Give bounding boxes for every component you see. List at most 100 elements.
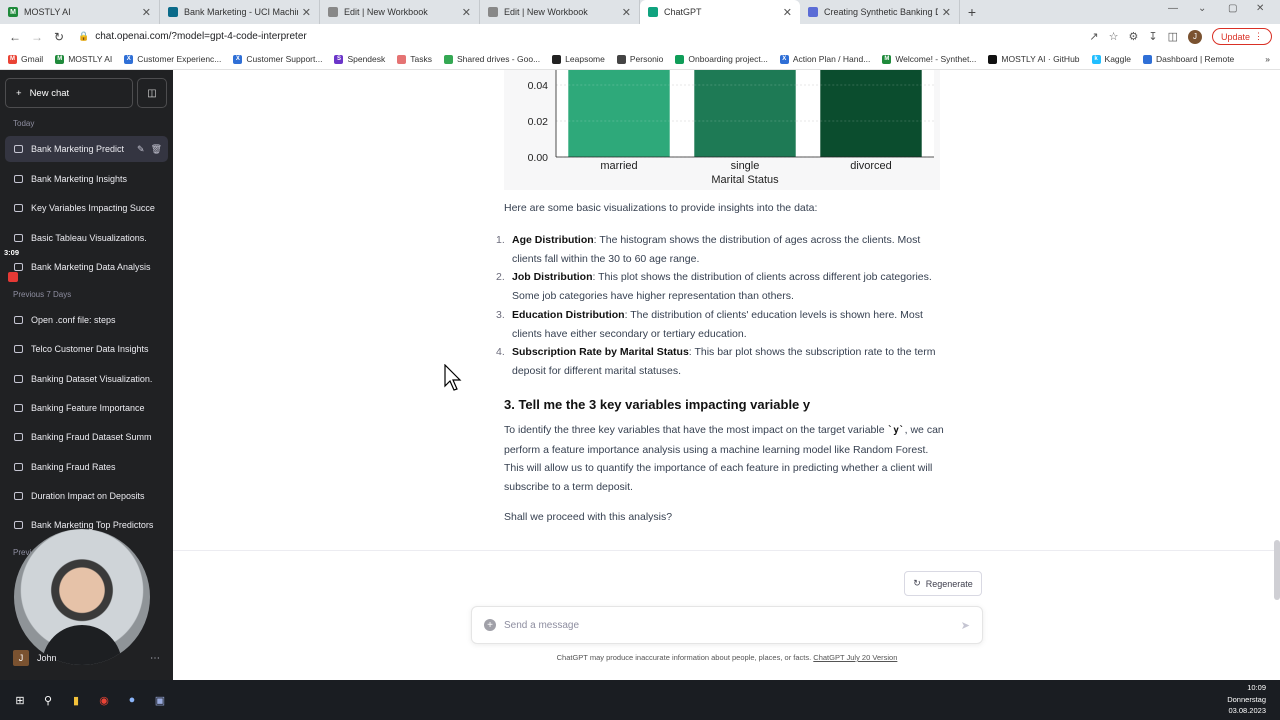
tab-close-icon[interactable]: ✕ — [942, 6, 951, 19]
chat-bubble-icon — [14, 174, 23, 183]
sidebar-chat-item[interactable]: Banking Dataset Visualization. — [5, 366, 168, 392]
bookmark-item[interactable]: Shared drives - Goo... — [444, 54, 540, 64]
version-link[interactable]: ChatGPT July 20 Version — [813, 653, 897, 662]
y-tick-label: 0.02 — [528, 116, 549, 128]
message-input[interactable] — [504, 619, 961, 631]
url-field[interactable]: 🔒 chat.openai.com/?model=gpt-4-code-inte… — [78, 31, 1089, 42]
trash-icon[interactable]: 🗑 — [151, 144, 162, 155]
browser-tab-1[interactable]: Bank Marketing - UCI Machine Le ✕ — [160, 0, 320, 24]
sidebar-chat-item[interactable]: Banking Feature Importance — [5, 395, 168, 421]
browser-tab-2[interactable]: Edit | New Workbook ✕ — [320, 0, 480, 24]
edit-pencil-icon[interactable]: ✎ — [137, 144, 145, 155]
sidebar-chat-item[interactable]: Bank Marketing Insights — [5, 166, 168, 192]
bookmark-item[interactable]: M MOSTLY AI — [55, 54, 112, 64]
bookmark-item[interactable]: MOSTLY AI · GitHub — [988, 54, 1080, 64]
bookmark-item[interactable]: M Welcome! - Synthet... — [882, 54, 976, 64]
tab-close-icon[interactable]: ✕ — [302, 6, 311, 19]
sidebar-chat-item[interactable]: Basic Tableau Visualizations. — [5, 225, 168, 251]
bookmark-favicon-icon: X — [779, 54, 789, 64]
bookmark-star-icon[interactable]: ☆ — [1109, 30, 1119, 43]
bookmark-item[interactable]: k Kaggle — [1091, 54, 1131, 64]
tab-title: MOSTLY AI — [24, 7, 71, 17]
bookmarks-overflow-icon[interactable]: » — [1265, 54, 1270, 64]
minimize-icon[interactable]: — — [1168, 3, 1178, 14]
bookmark-favicon-icon: M — [55, 54, 65, 64]
tab-title: Bank Marketing - UCI Machine Le — [184, 7, 298, 17]
back-arrow-icon[interactable]: ← — [4, 30, 26, 44]
sidebar-toggle-icon[interactable]: ◫ — [137, 78, 167, 108]
browser-tab-strip: MMOSTLY AI✕Bank Marketing - UCI Machine … — [0, 0, 1280, 24]
windows-start-icon[interactable]: ⊞ — [12, 692, 28, 708]
assistant-paragraph: To identify the three key variables that… — [504, 424, 944, 494]
inline-code-y: `y` — [887, 425, 905, 436]
tab-favicon-icon — [328, 7, 338, 17]
side-panel-icon[interactable]: ◫ — [1168, 30, 1178, 43]
tab-close-icon[interactable]: ✕ — [462, 6, 471, 19]
close-window-icon[interactable]: ✕ — [1256, 3, 1264, 14]
download-icon[interactable]: ↧ — [1148, 30, 1157, 43]
tab-close-icon[interactable]: ✕ — [622, 6, 631, 19]
tab-close-icon[interactable]: ✕ — [783, 6, 792, 19]
app-window-icon[interactable]: ▣ — [152, 692, 168, 708]
share-icon[interactable]: ↗ — [1089, 30, 1098, 43]
sidebar-chat-item[interactable]: Telco Customer Data Insights — [5, 336, 168, 362]
file-explorer-icon[interactable]: ▮ — [68, 692, 84, 708]
profile-avatar[interactable]: J — [1187, 29, 1202, 44]
new-tab-button[interactable]: + — [960, 0, 984, 24]
browser-tab-0[interactable]: M MOSTLY AI ✕ — [0, 0, 160, 24]
bookmark-item[interactable]: X Customer Experienc... — [124, 54, 221, 64]
sidebar-chat-item[interactable]: Banking Fraud Dataset Summ — [5, 424, 168, 450]
browser-tab-4[interactable]: ChatGPT ✕ — [640, 0, 800, 24]
chat-sidebar: + New chat ◫ Today 3:09 Previous 7 Days … — [0, 70, 173, 680]
tab-favicon-icon — [488, 7, 498, 17]
assistant-question: Shall we proceed with this analysis? — [504, 511, 673, 523]
user-menu[interactable]: J John ⋯ — [5, 644, 168, 672]
sidebar-chat-item[interactable]: Banking Fraud Rates — [5, 454, 168, 480]
bookmark-favicon-icon — [616, 54, 626, 64]
maximize-icon[interactable]: ▢ — [1228, 3, 1237, 14]
forward-arrow-icon[interactable]: → — [26, 30, 48, 44]
reload-icon[interactable]: ↻ — [48, 30, 70, 44]
bookmark-item[interactable]: Tasks — [397, 54, 432, 64]
bookmark-item[interactable]: Personio — [616, 54, 663, 64]
address-bar-row: ← → ↻ 🔒 chat.openai.com/?model=gpt-4-cod… — [0, 24, 1280, 49]
sidebar-chat-item[interactable]: Duration Impact on Deposits — [5, 483, 168, 509]
bookmark-favicon-icon — [397, 54, 407, 64]
bookmark-favicon-icon: M — [882, 54, 892, 64]
bookmark-item[interactable]: X Customer Support... — [233, 54, 322, 64]
bookmark-item[interactable]: Dashboard | Remote — [1143, 54, 1234, 64]
new-chat-button[interactable]: + New chat — [5, 78, 133, 108]
sidebar-chat-item[interactable]: Bank Marketing Top Predictors — [5, 512, 168, 538]
sidebar-chat-item[interactable]: Open .conf file: steps — [5, 307, 168, 333]
bookmark-item[interactable]: Leapsome — [552, 54, 605, 64]
restore-icon[interactable]: ⌄ — [1198, 3, 1206, 14]
bookmark-item[interactable]: Onboarding project... — [675, 54, 768, 64]
regenerate-button[interactable]: ↻ Regenerate — [904, 571, 982, 596]
tab-favicon-icon — [808, 7, 818, 17]
bookmark-item[interactable]: X Action Plan / Hand... — [779, 54, 870, 64]
attach-plus-icon[interactable]: + — [484, 619, 496, 631]
bookmark-item[interactable]: M Gmail — [8, 54, 43, 64]
bar-single — [694, 70, 796, 157]
insight-item: 3. Education Distribution: The distributi… — [496, 308, 923, 340]
sidebar-chat-item[interactable]: Key Variables Impacting Succe — [5, 195, 168, 221]
chrome-icon[interactable]: ◉ — [96, 692, 112, 708]
tab-close-icon[interactable]: ✕ — [142, 6, 151, 19]
scrollbar[interactable] — [1274, 540, 1280, 600]
browser-tab-5[interactable]: Creating Synthetic Banking Data ✕ — [800, 0, 960, 24]
bookmarks-bar: M Gmail M MOSTLY AI X Customer Experienc... X C… — [0, 49, 1280, 70]
message-composer[interactable]: + ➤ — [471, 606, 983, 644]
bookmark-item[interactable]: S Spendesk — [334, 54, 385, 64]
bookmark-favicon-icon: k — [1091, 54, 1101, 64]
sidebar-chat-item[interactable]: Bank Marketing Data Analysis — [5, 254, 168, 280]
extensions-icon[interactable]: ⚙ — [1128, 30, 1138, 43]
browser-tab-3[interactable]: Edit | New Workbook ✕ — [480, 0, 640, 24]
app-icon[interactable]: ● — [124, 692, 140, 708]
update-button[interactable]: Update ⋮ — [1211, 28, 1272, 45]
sidebar-chat-item[interactable]: Bank Marketing Predict ✎ 🗑 — [5, 136, 168, 162]
search-icon[interactable]: ⚲ — [40, 692, 56, 708]
send-icon[interactable]: ➤ — [961, 619, 970, 632]
x-tick-label: divorced — [850, 160, 892, 172]
section-label-previous-7-days: Previous 7 Days — [13, 290, 72, 299]
tab-title: Edit | New Workbook — [344, 7, 428, 17]
